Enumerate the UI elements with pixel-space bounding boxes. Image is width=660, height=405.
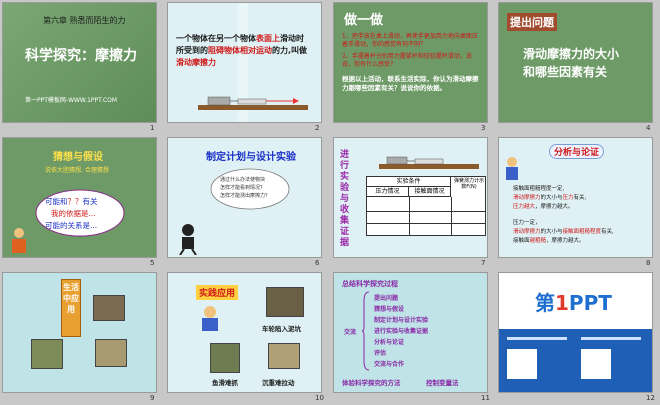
slide-number: 5	[150, 259, 155, 267]
step-item: 评估	[374, 350, 387, 357]
guess-line-2: 我的依据是...	[51, 209, 96, 218]
step-item: 交流与合作	[374, 361, 405, 368]
slide-heading: 做一做	[344, 13, 384, 28]
slide-thumb-4[interactable]: 提出问题 滑动摩擦力的大小 和哪些因素有关	[498, 2, 653, 123]
slide-thumb-7[interactable]: 进行实验与收集证据 实验条件 压力情况 接触面情况 弹簧测力计示数F(N)	[333, 137, 488, 258]
table-divider	[451, 197, 452, 235]
photo-tire	[266, 287, 304, 317]
activity-1: 1、把手放在桌上滑动，再使手更加用力地向桌面压着手滑动，你的感觉有何不同？	[342, 33, 478, 48]
slide-heading: 制定计划与设计实验	[206, 152, 296, 163]
slide-number: 12	[646, 394, 655, 402]
def-line-2: 所受到的阻碍物体相对运动的力,叫做	[176, 46, 308, 55]
logo: 第1PPT	[535, 291, 612, 315]
brace-icon	[362, 291, 370, 371]
conclusion-b2: 滑动摩擦力的大小与接触面粗糙程度有关,	[513, 229, 614, 235]
student-thinking-icon	[12, 228, 26, 253]
conclusion-b1: 压力一定，	[513, 220, 541, 226]
block-on-table-illustration	[379, 156, 479, 169]
conclusion-a1: 接触面粗糙程度一定,	[513, 186, 565, 192]
slide-heading: 总结科学探究过程	[342, 280, 398, 288]
banner-line	[581, 337, 641, 340]
slide-subheading: 说依大胆猜想, 合理猜想	[45, 167, 109, 174]
qr-code-icon	[581, 349, 611, 379]
slide-heading: 分析与论证	[549, 144, 605, 159]
activity-question: 根据以上活动，联系生活实际，你认为滑动摩擦力跟哪些因素有关？说说你的依据。	[342, 75, 479, 92]
table-header-surface: 接触面情况	[409, 187, 451, 197]
slide-thumb-12[interactable]: 第1PPT	[498, 272, 653, 393]
question-line-2: 和哪些因素有关	[523, 65, 608, 79]
slide-sorter-grid: 第六章 熟悉而陌生的力 科学探究：摩擦力 第一PPT模板网-WWW.1PPT.C…	[0, 0, 660, 405]
slide-thumb-8[interactable]: 分析与论证 接触面粗糙程度一定, 滑动摩擦力的大小与压力有关, 压力越大，摩擦力…	[498, 137, 653, 258]
slide-number: 4	[646, 124, 651, 132]
slide-number: 1	[150, 124, 155, 132]
table-header-conditions: 实验条件	[367, 177, 451, 187]
photo-sled	[268, 343, 300, 369]
table-row	[367, 211, 485, 212]
conclusion-a2: 滑动摩擦力的大小与压力有关,	[513, 195, 587, 201]
slide-number: 3	[481, 124, 486, 132]
step-item: 提出问题	[374, 295, 399, 302]
slide-heading: 提出问题	[507, 13, 557, 31]
caption-tire: 车轮陷入泥坑	[262, 325, 301, 333]
slide-number: 2	[315, 124, 320, 132]
step-item: 猜想与假设	[374, 306, 405, 313]
block-on-table-illustration	[198, 96, 308, 110]
slide-number: 8	[646, 259, 651, 267]
table-header-pressure: 压力情况	[367, 187, 409, 197]
slide-thumb-11[interactable]: 总结科学探究过程 交流 提出问题 猜想与假设 制定计划与设计实验 进行实验与收集…	[333, 272, 488, 393]
activity-2: 2、手握着杆分别用力握紧杆和轻轻握杆滑动，说说，你有什么感受？	[342, 53, 472, 68]
slide-thumb-10[interactable]: 实践应用 车轮陷入泥坑 鱼滑难抓 沉重难拉动	[167, 272, 322, 393]
photo-fishing	[210, 343, 240, 373]
slide-thumb-6[interactable]: 制定计划与设计实验 通过什么办法使物块 怎样才能看到情况？ 怎样才能测出摩擦力？	[167, 137, 322, 258]
slide-title: 科学探究：摩擦力	[25, 48, 137, 64]
plan-line-2: 怎样才能看到情况？	[220, 185, 266, 191]
footer-text: 第一PPT模板网-WWW.1PPT.COM	[25, 97, 118, 104]
slide-number: 11	[481, 394, 490, 402]
data-table: 实验条件 压力情况 接触面情况 弹簧测力计示数F(N)	[366, 176, 486, 236]
caption-fish: 鱼滑难抓	[212, 379, 238, 387]
table-row	[367, 223, 485, 224]
step-item: 制定计划与设计实验	[374, 317, 429, 324]
step-item: 分析与论证	[374, 339, 405, 346]
student-icon	[202, 306, 218, 331]
vertical-title: 进行实验与收集证据	[340, 150, 350, 248]
qr-code-icon	[507, 349, 537, 379]
slide-heading: 实践应用	[196, 285, 239, 300]
conclusion-b3: 接触面越粗糙，摩擦力越大。	[513, 238, 585, 244]
slide-thumb-9[interactable]: 生活中应用	[2, 272, 157, 393]
question-line-1: 滑动摩擦力的大小	[523, 47, 620, 61]
footer-control: 控制变量法	[426, 379, 459, 387]
slide-thumb-2[interactable]: 一个物体在另一个物体表面上滑动时 所受到的阻碍物体相对运动的力,叫做 滑动摩擦力	[167, 2, 322, 123]
plan-line-3: 怎样才能测出摩擦力？	[220, 193, 271, 199]
slide-heading: 猜想与假设	[53, 152, 103, 163]
table-divider	[409, 197, 410, 235]
photo-sled	[95, 339, 127, 367]
def-line-1: 一个物体在另一个物体表面上滑动时	[176, 34, 304, 43]
chapter-label: 第六章 熟悉而陌生的力	[43, 16, 126, 25]
slide-thumb-1[interactable]: 第六章 熟悉而陌生的力 科学探究：摩擦力 第一PPT模板网-WWW.1PPT.C…	[2, 2, 157, 123]
caption-sled: 沉重难拉动	[262, 379, 295, 387]
def-line-3: 滑动摩擦力	[176, 58, 216, 67]
slide-thumb-3[interactable]: 做一做 1、把手放在桌上滑动，再使手更加用力地向桌面压着手滑动，你的感觉有何不同…	[333, 2, 488, 123]
side-label: 交流	[344, 329, 357, 336]
slide-number: 7	[481, 259, 486, 267]
conclusion-a3: 压力越大，摩擦力越大。	[513, 204, 574, 210]
step-item: 进行实验与收集证据	[374, 328, 429, 335]
thinking-figure-icon	[179, 224, 197, 255]
slide-thumb-5[interactable]: 猜想与假设 说依大胆猜想, 合理猜想 可能和？？有关 我的依据是... 可能的关…	[2, 137, 157, 258]
slide-number: 10	[315, 394, 324, 402]
guess-line-3: 可能的关系是...	[45, 221, 98, 230]
photo-tire	[93, 295, 125, 321]
slide-number: 6	[315, 259, 320, 267]
plan-line-1: 通过什么办法使物块	[220, 177, 266, 183]
table-header-force: 弹簧测力计示数F(N)	[453, 178, 484, 190]
photo-fishing	[31, 339, 63, 369]
student-icon	[506, 157, 518, 180]
signpost-label: 生活中应用	[61, 279, 81, 337]
footer-banner	[499, 329, 652, 392]
guess-line-1: 可能和？？有关	[45, 197, 98, 206]
banner-line	[507, 337, 567, 340]
footer-method: 体验科学探究的方法	[342, 379, 401, 387]
slide-number: 9	[150, 394, 155, 402]
